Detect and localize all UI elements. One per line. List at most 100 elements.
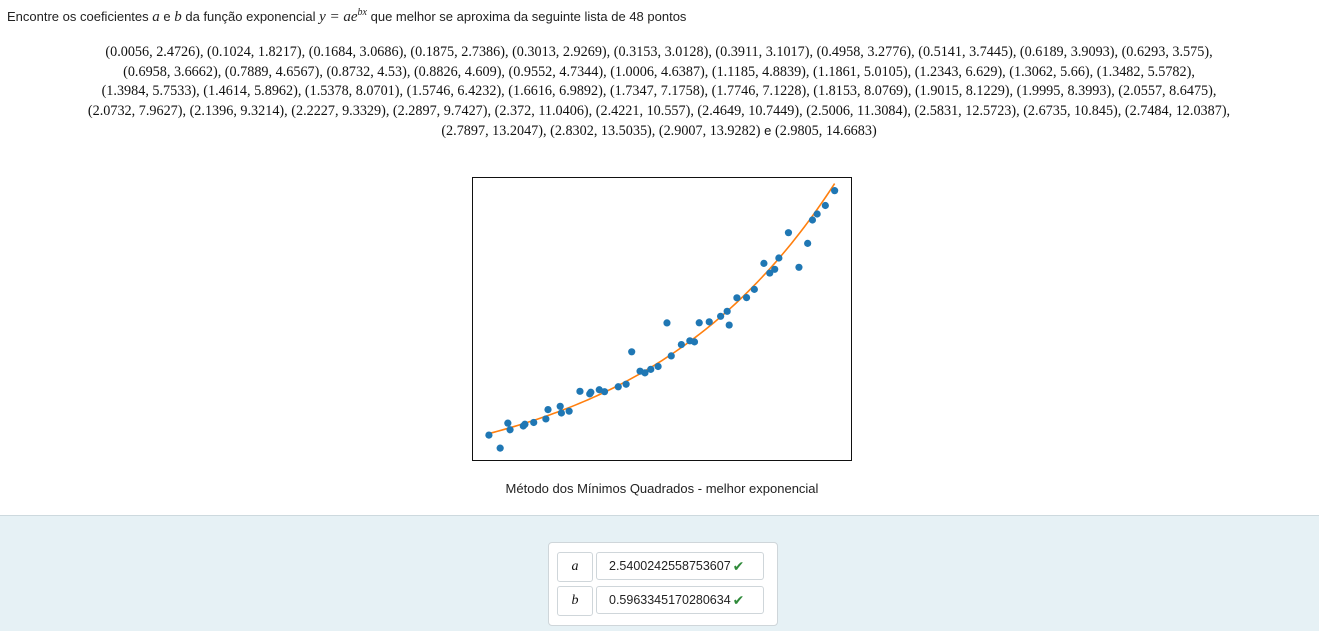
point-text: (0.4958, 3.2776) [816,44,912,60]
data-point [795,263,803,271]
point-text: (2.5831, 12.5723) [914,102,1017,119]
point-separator: , [704,63,712,80]
formula-lhs: y = ae [319,9,358,25]
answer-value-b: 0.5963345170280634 [609,593,731,607]
point-separator: , [501,63,509,80]
point-text: (2.9007, 13.9282) [658,123,761,140]
answer-input-b[interactable]: 0.5963345170280634 ✔ [596,586,764,614]
point-separator: , [1012,44,1020,60]
point-text: (1.9995, 8.3993) [1016,83,1112,100]
point-separator: , [907,63,915,80]
point-text: (0.5141, 3.7445) [918,44,1013,60]
point-separator: , [297,83,305,100]
data-point [717,312,725,320]
plot-svg [472,177,852,461]
points-line: (2.7897, 13.2047), (2.8302, 13.5035), (2… [14,121,1304,142]
point-separator: , [1089,63,1097,80]
point-separator: , [1209,44,1213,60]
data-point [485,431,493,439]
var-a: a [152,9,160,25]
answer-value-a: 2.5400242558753607 [609,559,731,573]
point-separator: , [602,83,610,100]
data-point [506,426,514,434]
point-text: (0.6958, 3.6662) [123,63,218,80]
data-point [784,229,793,237]
point-separator: , [588,102,596,119]
point-text: (1.7347, 7.1758) [609,83,705,100]
point-text: (2.7484, 12.0387) [1124,102,1227,119]
point-text: (2.4221, 10.557) [595,102,691,119]
point-text: (0.8732, 4.53) [326,63,407,80]
data-point [695,319,703,327]
answer-row-b: b 0.5963345170280634 ✔ [557,586,771,616]
data-point [556,402,564,410]
data-point [667,352,675,360]
data-point [544,406,552,414]
point-separator: , [805,63,814,80]
points-line: (1.3984, 5.7533), (1.4614, 5.8962), (1.5… [14,82,1304,102]
points-line: (0.0056, 2.4726), (0.1024, 1.8217), (0.1… [14,43,1304,63]
point-text: (1.5378, 8.0701) [304,83,400,100]
point-separator: , [606,44,614,60]
point-separator: , [199,44,208,60]
point-separator: , [487,102,495,119]
question-prefix: Encontre os coeficientes [7,9,149,24]
point-text: (0.1024, 1.8217) [207,44,302,60]
question-area: Encontre os coeficientes a e b da função… [0,0,1319,515]
point-text: (0.6293, 3.575) [1121,44,1210,60]
point-separator: , [651,123,659,140]
check-icon: ✔ [732,591,745,608]
point-separator: , [385,102,393,119]
data-point [565,407,573,415]
data-point [504,419,512,427]
data-point [576,387,584,395]
answer-label-a: a [557,552,593,582]
point-text: (0.9552, 4.7344) [508,63,604,80]
data-point [808,216,817,224]
data-point [723,307,731,315]
point-text: (2.1396, 9.3214) [189,102,285,119]
data-point [628,348,636,356]
point-text: (2.2897, 9.7427) [392,102,488,119]
answer-label-b: b [557,586,593,616]
point-text: (2.2227, 9.3329) [291,102,386,119]
point-separator: , [217,63,225,80]
point-text: (1.3062, 5.66) [1009,63,1090,80]
point-separator: e [760,123,775,139]
question-suffix: que melhor se aproxima da seguinte lista… [370,9,687,24]
point-text: (1.6616, 6.9892) [508,83,603,100]
point-text: (0.8826, 4.609) [413,63,502,80]
point-text: (2.4649, 10.7449) [697,102,800,119]
formula-exponent: bx [357,7,367,18]
point-separator: , [504,44,513,60]
plot-frame [472,177,852,461]
point-text: (0.6189, 3.9093) [1019,44,1115,60]
point-text: (0.7889, 4.6567) [224,63,320,80]
point-text: (2.9805, 14.6683) [775,123,877,140]
point-text: (1.3482, 5.5782) [1096,63,1192,80]
data-point [654,362,662,371]
points-list: (0.0056, 2.4726), (0.1024, 1.8217), (0.1… [14,43,1304,142]
point-text: (1.1185, 4.8839) [711,63,806,80]
data-point [705,318,713,326]
point-separator: , [1009,83,1017,100]
point-text: (1.2343, 6.629) [914,63,1003,80]
data-point [750,285,758,293]
data-point [742,294,751,302]
data-point [622,380,630,388]
answer-input-a[interactable]: 2.5400242558753607 ✔ [596,552,764,580]
data-point [821,201,829,210]
data-point [690,338,699,346]
point-separator: , [907,83,915,100]
point-text: (2.7897, 13.2047) [441,123,543,140]
point-text: (2.8302, 13.5035) [550,123,652,140]
point-separator: , [301,44,309,60]
data-point [775,254,783,262]
point-separator: , [809,44,817,60]
point-text: (2.6735, 10.845) [1023,102,1118,119]
point-text: (1.1861, 5.0105) [813,63,908,80]
data-point [663,319,671,327]
point-text: (1.9015, 8.1229) [914,83,1010,100]
data-point [530,418,538,427]
question-conj: e [163,9,171,24]
